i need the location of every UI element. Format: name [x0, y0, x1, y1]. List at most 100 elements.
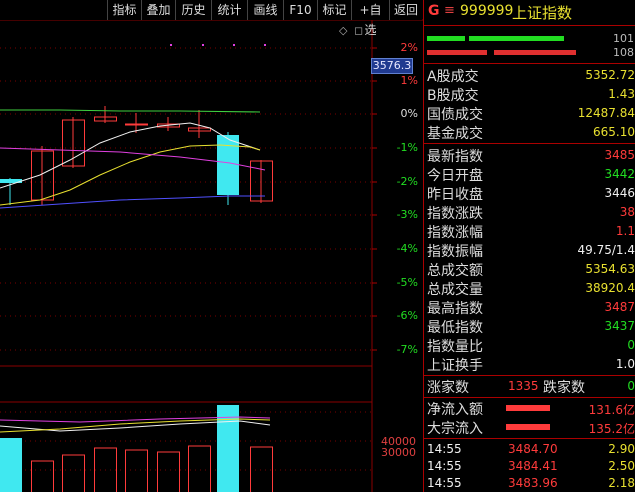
stat-row: 指数振幅 49.75/1.4 — [424, 241, 635, 260]
up-count-value: 1335 — [508, 379, 539, 393]
ma60-line — [0, 109, 261, 113]
price-badge: 3576.3 — [371, 58, 413, 74]
tick-extra: 2.50 — [608, 459, 635, 473]
menu-item-8[interactable]: 返回 — [389, 0, 422, 20]
diamond-icon[interactable]: ◇ — [339, 24, 347, 37]
flow-value: 131.6亿 — [588, 403, 635, 417]
menu-item-7[interactable]: +自选 — [351, 0, 389, 37]
menu-item-1[interactable]: 叠加 — [141, 0, 175, 20]
volume-label: 基金成交 — [427, 126, 483, 142]
stat-value: 5354.63 — [585, 262, 635, 276]
expand-icon[interactable]: ◻ — [354, 24, 363, 37]
stat-value: 38 — [619, 205, 635, 219]
stat-label: 最高指数 — [427, 301, 483, 317]
marker-dot — [202, 44, 204, 46]
pct-label: -1% — [396, 141, 418, 154]
tick-extra: 2.18 — [608, 476, 635, 490]
stat-row: 总成交额 5354.63 — [424, 260, 635, 279]
stat-label: 指数振幅 — [427, 244, 483, 260]
volume-row: 国债成交 12487.84 — [424, 104, 635, 123]
stat-label: 总成交额 — [427, 263, 483, 279]
tick-extra: 2.90 — [608, 442, 635, 456]
volume-value: 5352.72 — [585, 68, 635, 82]
down-count-label: 跌家数 — [543, 380, 585, 396]
stat-label: 今日开盘 — [427, 168, 483, 184]
kline-svg[interactable] — [0, 0, 423, 492]
stat-row: 最低指数 3437 — [424, 317, 635, 336]
stat-value: 49.75/1.4 — [577, 243, 635, 257]
volume-bar — [217, 405, 239, 492]
tick-time: 14:55 — [427, 459, 462, 473]
menu-item-6[interactable]: 标记 — [317, 0, 351, 20]
sell-bar-left — [427, 50, 487, 55]
menu-item-5[interactable]: F10 — [283, 0, 317, 20]
volume-label: B股成交 — [427, 88, 479, 104]
up-count-label: 涨家数 — [427, 380, 469, 396]
stat-label: 指数涨幅 — [427, 225, 483, 241]
volume-value: 12487.84 — [577, 106, 635, 120]
flow-bar — [506, 424, 550, 430]
volume-bar — [250, 446, 273, 492]
menu-item-2[interactable]: 历史 — [175, 0, 211, 20]
stat-row: 指数量比 0 — [424, 336, 635, 355]
menu-item-3[interactable]: 统计 — [211, 0, 247, 20]
volume-bar — [157, 451, 180, 492]
stat-value: 0 — [627, 338, 635, 352]
pct-label: -3% — [396, 208, 418, 221]
tick-price: 3484.70 — [508, 442, 558, 456]
tick-row: 14:55 3484.70 2.90 — [424, 440, 635, 458]
stat-label: 指数涨跌 — [427, 206, 483, 222]
stat-row: 今日开盘 3442 — [424, 165, 635, 184]
kline-chart[interactable]: 2% 1% 0% -1% -2% -3% -4% -5% -6% -7% 40000 30000 35… — [0, 0, 423, 492]
volume-value: 665.10 — [593, 125, 635, 139]
stat-value: 1.1 — [615, 224, 635, 238]
stat-row: 总成交量 38920.4 — [424, 279, 635, 298]
marker-dot — [170, 44, 172, 46]
pct-label: -2% — [396, 175, 418, 188]
volume-row: B股成交 1.43 — [424, 85, 635, 104]
volume-row: 基金成交 665.10 — [424, 123, 635, 142]
tick-price: 3484.41 — [508, 459, 558, 473]
panel-header: G ≡ 999999 上证指数 — [424, 0, 635, 22]
volume-bar — [188, 445, 211, 492]
stat-row: 指数涨跌 38 — [424, 203, 635, 222]
pct-label: -5% — [396, 276, 418, 289]
stat-label: 指数量比 — [427, 339, 483, 355]
menu-item-4[interactable]: 画线 — [247, 0, 283, 20]
tick-row: 14:55 3483.96 2.18 — [424, 474, 635, 492]
volume-value: 1.43 — [608, 87, 635, 101]
stat-label: 上证换手 — [427, 358, 483, 374]
pct-label: 2% — [400, 41, 418, 54]
flow-label: 大宗流入 — [427, 421, 483, 437]
pct-label: 0% — [400, 107, 418, 120]
candle-body — [125, 123, 148, 126]
stock-code: 999999 — [460, 3, 514, 19]
tick-price: 3483.96 — [508, 476, 558, 490]
buy-value: 101 — [613, 32, 634, 45]
stat-value: 38920.4 — [585, 281, 635, 295]
group-badge[interactable]: G — [428, 3, 440, 19]
menu-icon[interactable]: ≡ — [444, 3, 455, 18]
stat-row: 昨日收盘 3446 — [424, 184, 635, 203]
stat-value: 3487 — [604, 300, 635, 314]
volume-axis-label: 30000 — [381, 446, 416, 459]
stat-row: 上证换手 1.0 — [424, 355, 635, 374]
stat-value: 3437 — [604, 319, 635, 333]
flow-row: 大宗流入 135.2亿 — [424, 418, 635, 437]
pct-label: -6% — [396, 309, 418, 322]
stat-row: 最新指数 3485 — [424, 146, 635, 165]
volume-bar — [125, 449, 148, 492]
stat-value: 1.0 — [615, 357, 635, 371]
marker-dot — [264, 44, 266, 46]
candle-body — [217, 135, 239, 195]
stat-label: 昨日收盘 — [427, 187, 483, 203]
pct-label: -4% — [396, 242, 418, 255]
flow-label: 净流入额 — [427, 402, 483, 418]
buy-bar-right — [469, 36, 564, 41]
buy-bar-left — [427, 36, 465, 41]
stat-value: 3446 — [604, 186, 635, 200]
menu-item-0[interactable]: 指标 — [107, 0, 141, 20]
stat-label: 最新指数 — [427, 149, 483, 165]
stat-value: 3485 — [604, 148, 635, 162]
volume-label: 国债成交 — [427, 107, 483, 123]
